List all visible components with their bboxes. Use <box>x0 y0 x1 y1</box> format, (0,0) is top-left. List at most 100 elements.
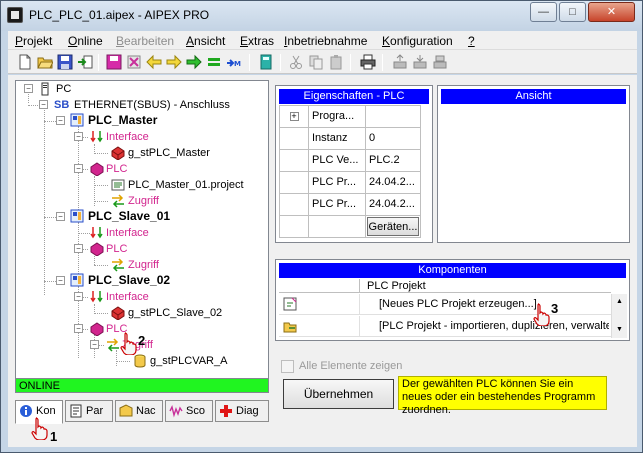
tree-expander[interactable]: − <box>74 132 83 141</box>
tree-node-zugriff[interactable]: Zugriff <box>128 258 159 272</box>
tree-expander[interactable]: − <box>74 292 83 301</box>
tree-node-ethernet[interactable]: ETHERNET(SBUS) - Anschluss <box>74 98 230 112</box>
tree-expander[interactable]: − <box>56 212 65 221</box>
tree-node-pc[interactable]: PC <box>56 82 71 96</box>
tree-expander[interactable]: − <box>74 324 83 333</box>
plus-icon[interactable]: + <box>289 112 299 121</box>
title-bar[interactable]: PLC_PLC_01.aipex - AIPEX PRO — □ ✕ <box>1 1 642 31</box>
menu-ansicht[interactable]: Ansicht <box>186 34 225 48</box>
tree-guide-line <box>44 281 56 282</box>
tree-node-interface[interactable]: Interface <box>106 130 149 144</box>
new-file-icon[interactable] <box>17 54 33 70</box>
delete-component-icon[interactable] <box>126 54 142 70</box>
copy-icon[interactable] <box>308 54 324 70</box>
menu-bar: Projekt Online Bearbeiten Ansicht Extras… <box>8 31 637 50</box>
tree-expander[interactable]: − <box>56 276 65 285</box>
tree-node-plc[interactable]: PLC <box>106 242 127 256</box>
tree-guide-line <box>94 185 108 186</box>
tree-expander[interactable]: − <box>56 116 65 125</box>
komponenten-row-import[interactable]: [PLC Projekt - importieren, duplizieren,… <box>279 316 611 337</box>
project-tree[interactable]: − PC − SB ETHERNET(SBUS) - Anschluss − P… <box>15 80 269 380</box>
tree-guide-line <box>44 110 45 295</box>
tree-guide-line <box>116 350 117 366</box>
tree-expander[interactable]: − <box>39 100 48 109</box>
arrow-right-yellow-icon[interactable] <box>166 54 182 70</box>
scroll-up-icon[interactable]: ▲ <box>616 298 623 305</box>
tree-node-g-stplcvar-a[interactable]: g_stPLCVAR_A <box>150 354 227 368</box>
menu-projekt[interactable]: Projekt <box>15 34 52 48</box>
menu-inbetriebnahme[interactable]: Inbetriebnahme <box>284 34 367 48</box>
tree-node-plc[interactable]: PLC <box>106 162 127 176</box>
tree-expander[interactable]: − <box>74 164 83 173</box>
plc-node-icon <box>90 242 104 256</box>
property-value[interactable]: 0 <box>365 127 421 150</box>
column-header-plc-projekt[interactable]: PLC Projekt <box>367 280 426 292</box>
import-icon[interactable] <box>77 54 93 70</box>
tree-node-g-stplc-slave-02[interactable]: g_stPLC_Slave_02 <box>128 306 222 320</box>
scroll-down-icon[interactable]: ▼ <box>616 326 623 333</box>
minimize-button[interactable]: — <box>530 2 557 22</box>
expand-cell[interactable]: + <box>279 105 309 128</box>
tree-node-plc-master-project[interactable]: PLC_Master_01.project <box>128 178 244 192</box>
komponenten-column-header: PLC Projekt <box>279 279 611 293</box>
toolbar: M <box>8 50 637 74</box>
menu-help[interactable]: ? <box>468 34 475 48</box>
menu-online[interactable]: Online <box>68 34 103 48</box>
property-value: Geräten... <box>365 215 421 238</box>
tree-node-interface[interactable]: Interface <box>106 226 149 240</box>
equal-icon[interactable] <box>206 54 222 70</box>
sync-icon[interactable]: M <box>226 54 242 70</box>
device-compare-icon[interactable] <box>432 54 448 70</box>
app-window: PLC_PLC_01.aipex - AIPEX PRO — □ ✕ Proje… <box>0 0 643 453</box>
menu-extras[interactable]: Extras <box>240 34 274 48</box>
close-button[interactable]: ✕ <box>588 2 635 22</box>
tree-expander[interactable]: − <box>74 244 83 253</box>
tree-node-g-stplc-master[interactable]: g_stPLC_Master <box>128 146 210 160</box>
property-name: PLC Ve... <box>308 149 366 172</box>
device-download-icon[interactable] <box>412 54 428 70</box>
cut-icon[interactable] <box>288 54 304 70</box>
property-value[interactable] <box>365 105 421 128</box>
maximize-button[interactable]: □ <box>559 2 586 22</box>
device-upload-icon[interactable] <box>392 54 408 70</box>
sbus-icon: SB <box>54 99 70 111</box>
expand-cell <box>279 127 309 150</box>
uebernehmen-button[interactable]: Übernehmen <box>283 379 394 409</box>
komponenten-row-neues[interactable]: [Neues PLC Projekt erzeugen...] <box>279 294 611 315</box>
tab-parameter[interactable]: Par <box>65 400 113 422</box>
menu-bearbeiten[interactable]: Bearbeiten <box>116 34 174 48</box>
save-icon[interactable] <box>57 54 73 70</box>
tree-guide-line <box>44 121 56 122</box>
plc-device-icon <box>70 273 84 287</box>
tree-node-plc-master[interactable]: PLC_Master <box>88 113 157 127</box>
arrow-left-yellow-icon[interactable] <box>146 54 162 70</box>
print-icon[interactable] <box>360 54 376 70</box>
alle-elemente-checkbox[interactable] <box>281 360 294 373</box>
tree-node-interface[interactable]: Interface <box>106 290 149 304</box>
column-divider <box>359 316 360 337</box>
tree-expander[interactable]: − <box>24 84 33 93</box>
menu-konfiguration[interactable]: Konfiguration <box>382 34 453 48</box>
properties-title: Eigenschaften - PLC <box>279 89 429 104</box>
tab-nachrichten[interactable]: Nac <box>115 400 163 422</box>
access-arrows-icon <box>107 338 119 352</box>
tab-diagnose[interactable]: Diag <box>215 400 269 422</box>
tree-node-plc-slave-01[interactable]: PLC_Slave_01 <box>88 209 170 223</box>
open-folder-icon[interactable] <box>37 54 53 70</box>
calculator-icon[interactable] <box>258 54 274 70</box>
tree-expander[interactable]: − <box>90 340 99 349</box>
arrow-right-green-icon[interactable] <box>186 54 202 70</box>
tree-node-zugriff[interactable]: Zugriff <box>128 194 159 208</box>
project-file-icon <box>111 179 125 191</box>
property-value[interactable]: 24.04.2... <box>365 171 421 194</box>
property-value[interactable]: 24.04.2... <box>365 193 421 216</box>
property-value[interactable]: PLC.2 <box>365 149 421 172</box>
tab-scope[interactable]: Sco <box>165 400 213 422</box>
tree-node-plc-slave-02[interactable]: PLC_Slave_02 <box>88 273 170 287</box>
alle-elemente-label: Alle Elemente zeigen <box>299 360 403 372</box>
interface-arrows-icon <box>90 131 103 143</box>
komponenten-scrollbar[interactable]: ▲ ▼ <box>611 294 627 338</box>
paste-icon[interactable] <box>328 54 344 70</box>
plc-save-icon[interactable] <box>106 54 122 70</box>
geraeten-button[interactable]: Geräten... <box>367 217 419 236</box>
